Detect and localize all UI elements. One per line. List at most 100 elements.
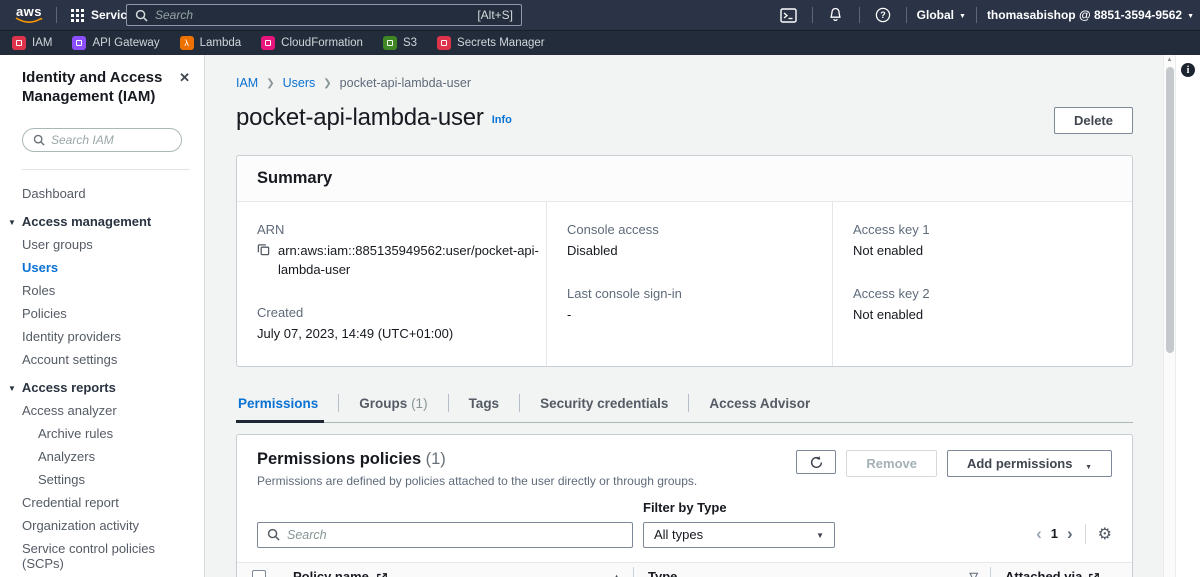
sidebar-section-toggle[interactable]: ▼Access reports	[0, 371, 204, 399]
sidebar-item-credential-report[interactable]: Credential report	[0, 491, 204, 514]
favorites-item-label: S3	[403, 37, 417, 49]
sidebar-search-input[interactable]	[51, 133, 166, 147]
permissions-description: Permissions are defined by policies atta…	[257, 474, 697, 488]
sidebar-item-policies[interactable]: Policies	[0, 302, 204, 325]
type-header: Type	[648, 569, 677, 577]
chevron-down-icon: ▼	[1085, 464, 1092, 471]
sidebar-item-identity-providers[interactable]: Identity providers	[0, 325, 204, 348]
sidebar-item-settings[interactable]: Settings	[0, 468, 204, 491]
sidebar-item-service-control-policies-scps-[interactable]: Service control policies (SCPs)	[0, 537, 204, 575]
divider	[812, 7, 813, 23]
policy-search-input[interactable]	[287, 528, 623, 542]
favorites-bar: IAM API Gateway λ Lambda CloudFormation S3 Sec…	[0, 30, 1200, 55]
favorites-item[interactable]: λ Lambda	[180, 36, 242, 50]
attached-via-header: Attached via	[1005, 569, 1082, 577]
previous-page-button[interactable]: ‹	[1036, 527, 1042, 541]
column-filter-icon[interactable]: ▽	[970, 570, 978, 577]
sidebar-item-roles[interactable]: Roles	[0, 279, 204, 302]
delete-button[interactable]: Delete	[1054, 107, 1133, 134]
service-icon: λ	[180, 36, 194, 50]
account-menu[interactable]: thomasabishop @ 8851-3594-9562 ▼	[987, 8, 1194, 22]
summary-field-label: Created	[257, 305, 526, 320]
chevron-down-icon: ▼	[959, 13, 966, 20]
service-icon	[437, 36, 451, 50]
search-icon	[267, 528, 280, 541]
sort-ascending-icon[interactable]: ▲	[612, 572, 621, 577]
add-permissions-button[interactable]: Add permissions ▼	[947, 450, 1112, 477]
sidebar-item-dashboard[interactable]: Dashboard	[0, 182, 204, 205]
sidebar-item-user-groups[interactable]: User groups	[0, 233, 204, 256]
type-filter-value: All types	[654, 527, 703, 542]
tab-access-advisor[interactable]: Access Advisor	[689, 388, 830, 422]
favorites-item[interactable]: CloudFormation	[261, 36, 363, 50]
scrollbar-track[interactable]: ▲	[1163, 55, 1175, 577]
policies-table: Policy name ▲ Type ▽ Attached via	[237, 562, 1132, 577]
favorites-item[interactable]: API Gateway	[72, 36, 159, 50]
breadcrumb-separator-icon: ❯	[323, 78, 331, 89]
breadcrumb-separator-icon: ❯	[266, 78, 274, 89]
remove-button[interactable]: Remove	[846, 450, 937, 477]
summary-field-value: Not enabled	[853, 306, 1112, 325]
favorites-item[interactable]: Secrets Manager	[437, 36, 545, 50]
summary-field-label: Console access	[567, 222, 812, 237]
summary-field-value: Not enabled	[853, 242, 1112, 261]
summary-field-value: arn:aws:iam::885135949562:user/pocket-ap…	[257, 242, 542, 280]
page-title: pocket-api-lambda-user	[236, 104, 484, 132]
refresh-icon	[809, 455, 824, 470]
sidebar-section-toggle[interactable]: ▼Access management	[0, 205, 204, 233]
help-button[interactable]: ?	[870, 7, 896, 23]
top-navigation-bar: aws Services Search [Alt+S]	[0, 0, 1200, 30]
permissions-policies-panel: Permissions policies (1) Permissions are…	[236, 434, 1133, 577]
global-search-box[interactable]: Search [Alt+S]	[126, 4, 522, 26]
tab-security-credentials[interactable]: Security credentials	[520, 388, 688, 422]
sidebar-item-access-analyzer[interactable]: Access analyzer	[0, 399, 204, 422]
sidebar-item-account-settings[interactable]: Account settings	[0, 348, 204, 371]
cloudshell-button[interactable]	[776, 8, 802, 23]
divider	[976, 7, 977, 23]
sidebar-item-users[interactable]: Users	[0, 256, 204, 279]
summary-field-label: ARN	[257, 222, 526, 237]
permissions-title: Permissions policies	[257, 450, 421, 468]
summary-column: ARNarn:aws:iam::885135949562:user/pocket…	[237, 202, 546, 366]
copy-icon[interactable]	[257, 243, 270, 256]
breadcrumb: IAM ❯ Users ❯ pocket-api-lambda-user	[236, 76, 1133, 90]
select-all-checkbox[interactable]	[252, 570, 266, 577]
sidebar-section-label: Access management	[22, 214, 151, 229]
breadcrumb-item: pocket-api-lambda-user	[340, 76, 471, 90]
sidebar-item-organization-activity[interactable]: Organization activity	[0, 514, 204, 537]
scrollbar-thumb[interactable]	[1166, 67, 1174, 353]
summary-card: Summary ARNarn:aws:iam::885135949562:use…	[236, 155, 1133, 367]
refresh-button[interactable]	[796, 450, 836, 474]
summary-field: Access key 1Not enabled	[853, 222, 1112, 261]
table-settings-gear-icon[interactable]: ⚙	[1098, 526, 1112, 542]
region-label: Global	[917, 8, 954, 22]
summary-field-value: July 07, 2023, 14:49 (UTC+01:00)	[257, 325, 526, 344]
external-link-icon	[1088, 572, 1100, 577]
filter-by-type-label: Filter by Type	[643, 500, 835, 515]
region-selector[interactable]: Global ▼	[917, 8, 966, 22]
next-page-button[interactable]: ›	[1067, 527, 1073, 541]
sidebar-item-archive-rules[interactable]: Archive rules	[0, 422, 204, 445]
type-filter-select[interactable]: All types ▼	[643, 522, 835, 548]
breadcrumb-item[interactable]: IAM	[236, 76, 258, 90]
favorites-item[interactable]: IAM	[12, 36, 52, 50]
policy-name-header: Policy name	[293, 569, 369, 577]
add-permissions-label: Add permissions	[967, 456, 1072, 471]
aws-logo[interactable]: aws	[12, 6, 46, 24]
close-icon[interactable]: ✕	[179, 71, 190, 107]
summary-column: Access key 1Not enabledAccess key 2Not e…	[832, 202, 1132, 366]
sidebar-search[interactable]	[22, 128, 182, 152]
favorites-item-label: Lambda	[200, 37, 242, 49]
scrollbar-up-arrow[interactable]: ▲	[1164, 57, 1175, 63]
policy-search-box[interactable]	[257, 522, 633, 548]
tab-permissions[interactable]: Permissions	[236, 388, 338, 422]
tab-groups[interactable]: Groups (1)	[339, 388, 447, 422]
tab-tags[interactable]: Tags	[449, 388, 520, 422]
breadcrumb-item[interactable]: Users	[283, 76, 316, 90]
info-link[interactable]: Info	[492, 114, 512, 126]
sidebar-item-analyzers[interactable]: Analyzers	[0, 445, 204, 468]
favorites-item[interactable]: S3	[383, 36, 417, 50]
service-glyph	[265, 40, 271, 46]
info-icon[interactable]: i	[1181, 63, 1195, 77]
notifications-button[interactable]	[823, 7, 849, 23]
